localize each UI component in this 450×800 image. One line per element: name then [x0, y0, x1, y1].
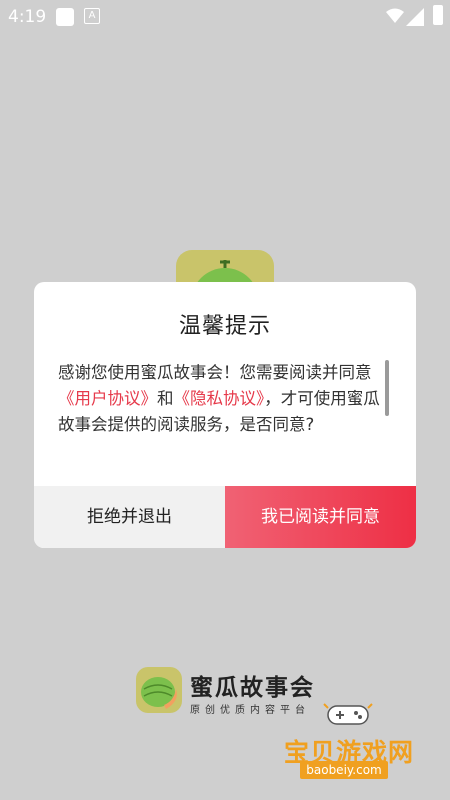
gamepad-icon [323, 703, 373, 725]
melon-logo-icon [141, 677, 177, 709]
brand-logo [136, 667, 182, 713]
battery-icon [433, 5, 443, 25]
decline-button[interactable]: 拒绝并退出 [34, 486, 225, 548]
user-agreement-link[interactable]: 《用户协议》 [58, 389, 157, 408]
a-icon: A [84, 8, 100, 24]
body-text-1: 感谢您使用蜜瓜故事会！您需要阅读并同意 [58, 363, 372, 382]
status-time: 4:19 [8, 7, 47, 27]
signal-icon [406, 8, 424, 26]
brand-slogan: 原创优质内容平台 [190, 705, 310, 716]
dialog-body: 感谢您使用蜜瓜故事会！您需要阅读并同意《用户协议》和《隐私协议》，才可使用蜜瓜故… [58, 360, 386, 438]
status-bar: 4:19 A [0, 0, 450, 34]
agree-button[interactable]: 我已阅读并同意 [225, 486, 416, 548]
body-text-and: 和 [157, 389, 174, 408]
wifi-icon [386, 8, 404, 23]
dialog-scrollbar[interactable] [385, 360, 389, 416]
watermark-url: baobeiy.com [300, 761, 388, 779]
consent-dialog: 温馨提示 感谢您使用蜜瓜故事会！您需要阅读并同意《用户协议》和《隐私协议》，才可… [34, 282, 416, 548]
dialog-title: 温馨提示 [178, 314, 271, 339]
brand-name: 蜜瓜故事会 [190, 675, 315, 701]
privacy-agreement-link[interactable]: 《隐私协议》 [174, 389, 265, 408]
notification-square-icon [56, 8, 74, 26]
